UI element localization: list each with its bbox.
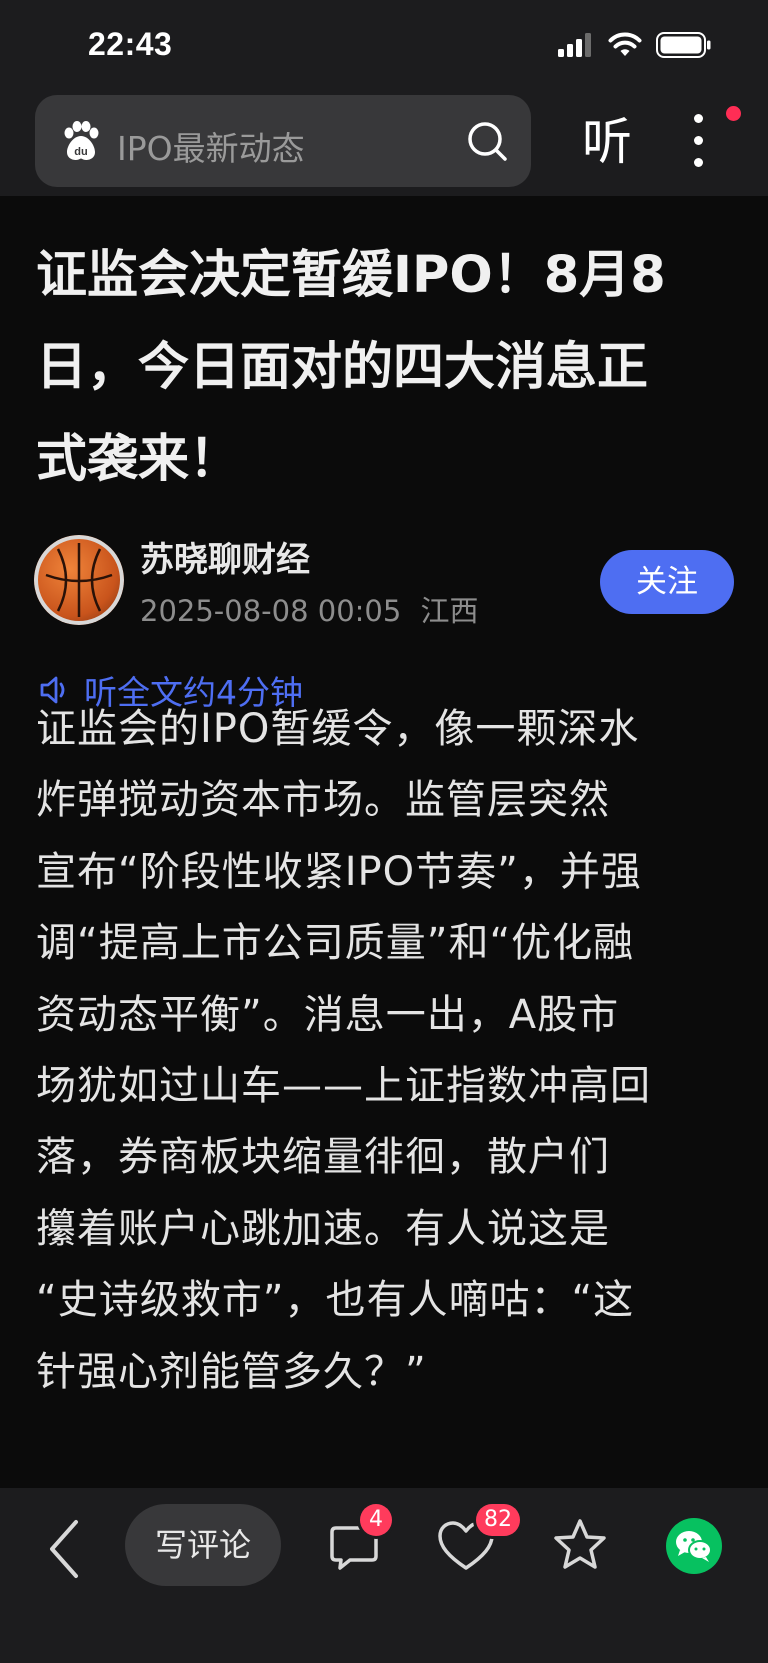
wifi-icon	[608, 32, 642, 56]
star-icon	[554, 1519, 606, 1569]
status-bar: 22:43	[0, 0, 768, 90]
status-time: 22:43	[88, 26, 173, 62]
svg-text:du: du	[74, 146, 87, 158]
write-comment-button[interactable]: 写评论	[125, 1504, 281, 1586]
article-body: 证监会的IPO暂缓令，像一颗深水 炸弹搅动资本市场。监管层突然 宣布“阶段性收紧…	[36, 694, 736, 1408]
search-icon[interactable]	[465, 119, 509, 163]
body-line: 场犹如过山车——上证指数冲高回	[36, 1063, 651, 1110]
body-line: 针强心剂能管多久？”	[36, 1348, 427, 1395]
article-title: 证监会决定暂缓IPO！8月8 日，今日面对的四大消息正 式袭来！	[36, 230, 736, 506]
favorite-button[interactable]	[550, 1516, 610, 1576]
notification-dot	[726, 106, 741, 121]
body-line: 宣布“阶段性收紧IPO节奏”，并强	[36, 848, 642, 895]
listen-button[interactable]: 听	[582, 108, 632, 176]
status-icons	[558, 32, 712, 58]
body-line: 资动态平衡”。消息一出，A股市	[36, 991, 620, 1038]
body-line: 调“提高上市公司质量”和“优化融	[36, 920, 635, 967]
publish-meta: 2025-08-08 00:05 江西	[140, 588, 479, 630]
author-name[interactable]: 苏晓聊财经	[140, 532, 310, 581]
back-arrow-icon[interactable]	[44, 1518, 84, 1580]
body-line: 证监会的IPO暂缓令，像一颗深水	[36, 706, 640, 752]
avatar[interactable]	[34, 535, 124, 625]
more-options-icon[interactable]	[680, 110, 716, 170]
like-button[interactable]: 82	[436, 1504, 520, 1576]
title-line: 日，今日面对的四大消息正	[36, 338, 649, 397]
baidu-paw-logo-icon: du	[64, 121, 99, 160]
cellular-signal-icon	[558, 33, 591, 57]
body-line: 炸弹搅动资本市场。监管层突然	[36, 777, 610, 824]
like-count-badge: 82	[476, 1504, 520, 1536]
wechat-share-button[interactable]	[666, 1518, 722, 1574]
title-line: 证监会决定暂缓IPO！8月8	[36, 246, 666, 305]
follow-button[interactable]: 关注	[600, 550, 734, 614]
more-dot	[694, 114, 703, 123]
body-line: “史诗级救市”，也有人嘀咕：“这	[36, 1277, 635, 1324]
wechat-icon	[676, 1531, 712, 1562]
publish-location: 江西	[420, 594, 479, 628]
comment-count-badge: 4	[360, 1504, 392, 1536]
search-input[interactable]: IPO最新动态	[117, 122, 305, 170]
battery-icon	[656, 32, 711, 58]
comments-button[interactable]: 4	[326, 1504, 392, 1576]
avatar-ring	[34, 535, 124, 625]
search-bar[interactable]: du IPO最新动态	[35, 95, 531, 187]
body-line: 落，券商板块缩量徘徊，散户们	[36, 1134, 610, 1181]
bottom-action-bar: 写评论 4 82	[0, 1488, 768, 1663]
more-dot	[694, 136, 703, 145]
title-line: 式袭来！	[36, 430, 241, 489]
top-header: du IPO最新动态 听	[0, 90, 768, 196]
publish-date: 2025-08-08 00:05	[140, 594, 402, 628]
author-info: 苏晓聊财经 2025-08-08 00:05 江西 关注	[34, 532, 734, 628]
body-line: 攥着账户心跳加速。有人说这是	[36, 1205, 610, 1252]
more-dot	[694, 158, 703, 167]
